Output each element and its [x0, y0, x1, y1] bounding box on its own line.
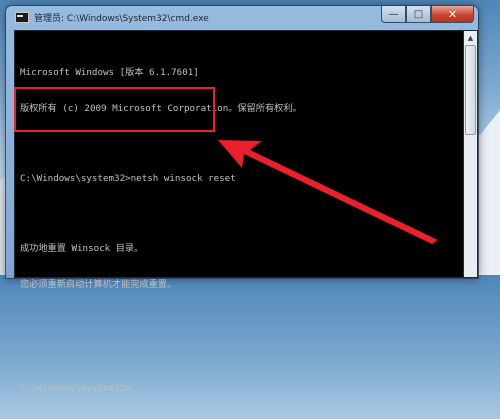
console-line: C:\Windows\system32>	[20, 383, 131, 394]
annotation-arrow-icon	[218, 140, 438, 244]
console-line: 您必须重新启动计算机才能完成重置。	[20, 279, 177, 290]
